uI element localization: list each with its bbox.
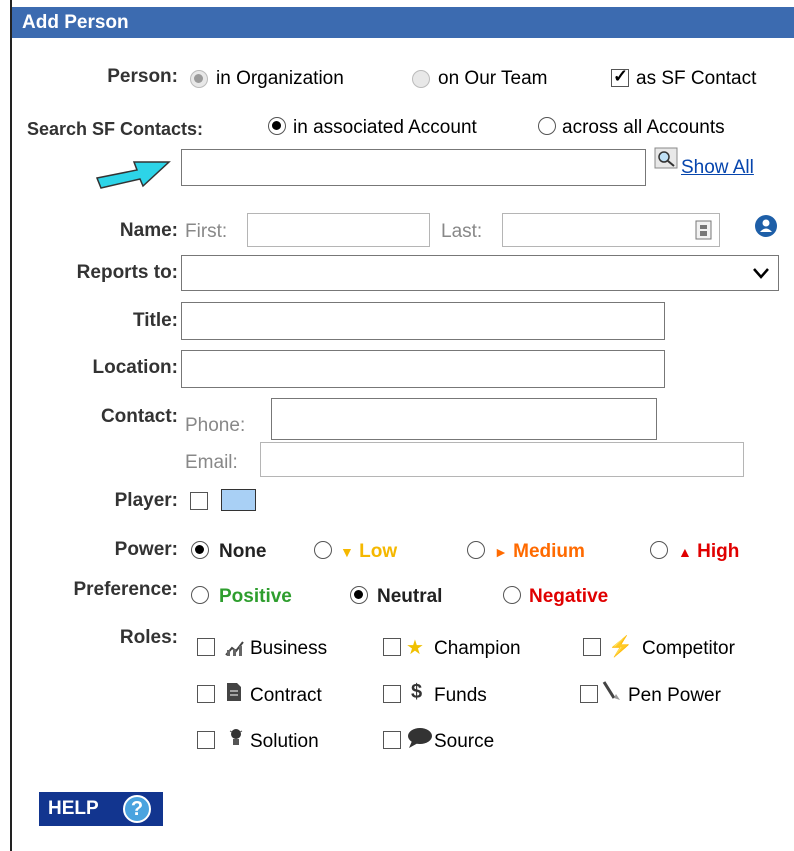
contact-label: Contact: — [100, 406, 178, 427]
player-label: Player: — [114, 490, 178, 511]
reports-to-label: Reports to: — [76, 262, 178, 283]
title-label: Title: — [132, 310, 178, 331]
role-label-source: Source — [434, 731, 495, 752]
up-triangle-icon: ▲ — [678, 544, 692, 560]
contact-card-icon[interactable] — [695, 220, 713, 240]
role-checkbox-solution[interactable] — [197, 731, 215, 749]
first-name-label: First: — [185, 221, 228, 242]
document-icon — [227, 683, 241, 701]
dollar-icon: $ — [411, 681, 423, 703]
sf-contact-checkbox[interactable] — [611, 66, 629, 87]
role-label-solution: Solution — [250, 731, 319, 752]
power-label: Power: — [114, 539, 178, 560]
role-label-competitor: Competitor — [642, 638, 735, 659]
person-info-icon[interactable] — [754, 214, 778, 238]
last-name-input[interactable] — [502, 213, 720, 247]
preference-option-positive: Positive — [219, 586, 292, 607]
role-checkbox-contract[interactable] — [197, 685, 215, 703]
show-all-link[interactable]: Show All — [681, 157, 754, 179]
player-checkbox[interactable] — [190, 492, 208, 510]
dialog-title: Add Person — [12, 7, 794, 38]
power-low-text: Low — [359, 541, 398, 562]
role-checkbox-competitor[interactable] — [583, 638, 601, 656]
search-option-associated-account: in associated Account — [293, 117, 477, 138]
search-contacts-input[interactable] — [181, 149, 646, 186]
power-medium-text: Medium — [513, 541, 585, 562]
person-radio-on-our-team[interactable] — [412, 70, 430, 88]
sf-contact-label: as SF Contact — [636, 68, 757, 89]
lightbulb-icon — [229, 729, 243, 745]
down-triangle-icon: ▼ — [340, 544, 354, 560]
lightning-icon: ⚡ — [608, 636, 633, 658]
preference-option-neutral: Neutral — [377, 586, 443, 607]
speech-bubble-icon — [408, 728, 432, 748]
help-button[interactable]: HELP ? — [39, 792, 163, 826]
player-color-swatch[interactable] — [221, 489, 256, 511]
role-label-funds: Funds — [434, 685, 487, 706]
role-checkbox-pen-power[interactable] — [580, 685, 598, 703]
first-name-input[interactable] — [247, 213, 430, 247]
phone-input[interactable] — [271, 398, 657, 440]
last-name-label: Last: — [441, 221, 483, 242]
person-label: Person: — [107, 66, 178, 87]
power-radio-high[interactable] — [650, 541, 668, 559]
preference-radio-neutral[interactable] — [350, 586, 368, 604]
roles-label: Roles: — [119, 627, 178, 648]
preference-radio-negative[interactable] — [503, 586, 521, 604]
role-label-pen-power: Pen Power — [628, 685, 721, 706]
dialog-border — [10, 0, 12, 851]
email-label: Email: — [185, 452, 238, 473]
role-label-business: Business — [250, 638, 328, 659]
role-checkbox-champion[interactable] — [383, 638, 401, 656]
star-icon: ★ — [406, 637, 424, 659]
name-label: Name: — [119, 220, 178, 241]
chevron-down-icon — [753, 268, 769, 279]
right-triangle-icon: ► — [494, 544, 508, 560]
annotation-arrow-icon — [95, 161, 171, 189]
chart-icon — [225, 641, 244, 656]
person-option-in-organization: in Organization — [216, 68, 344, 89]
preference-label: Preference: — [73, 579, 178, 600]
power-radio-low[interactable] — [314, 541, 332, 559]
power-option-medium: ► Medium — [494, 541, 585, 563]
search-radio-all-accounts[interactable] — [538, 117, 556, 135]
role-checkbox-funds[interactable] — [383, 685, 401, 703]
location-input[interactable] — [181, 350, 665, 388]
question-mark-icon: ? — [123, 795, 151, 823]
person-option-on-our-team: on Our Team — [438, 68, 548, 89]
power-high-text: High — [697, 541, 740, 562]
preference-option-negative: Negative — [529, 586, 609, 607]
preference-radio-positive[interactable] — [191, 586, 209, 604]
reports-to-select[interactable] — [181, 255, 779, 291]
power-option-none: None — [219, 541, 267, 562]
search-radio-associated-account[interactable] — [268, 117, 286, 135]
pen-icon — [602, 681, 620, 700]
location-label: Location: — [92, 357, 179, 378]
add-person-dialog: Add Person Person: in Organization on Ou… — [0, 0, 794, 851]
power-option-high: ▲ High — [678, 541, 739, 563]
role-checkbox-source[interactable] — [383, 731, 401, 749]
power-option-low: ▼ Low — [340, 541, 397, 563]
search-sf-contacts-label: Search SF Contacts: — [27, 119, 204, 139]
person-radio-in-organization[interactable] — [190, 70, 208, 88]
phone-label: Phone: — [185, 415, 246, 436]
power-radio-medium[interactable] — [467, 541, 485, 559]
role-label-contract: Contract — [250, 685, 322, 706]
title-input[interactable] — [181, 302, 665, 340]
power-radio-none[interactable] — [191, 541, 209, 559]
email-input[interactable] — [260, 442, 744, 477]
role-label-champion: Champion — [434, 638, 521, 659]
lookup-search-icon[interactable] — [654, 147, 680, 171]
role-checkbox-business[interactable] — [197, 638, 215, 656]
help-label: HELP — [48, 798, 99, 819]
search-option-all-accounts: across all Accounts — [562, 117, 725, 138]
